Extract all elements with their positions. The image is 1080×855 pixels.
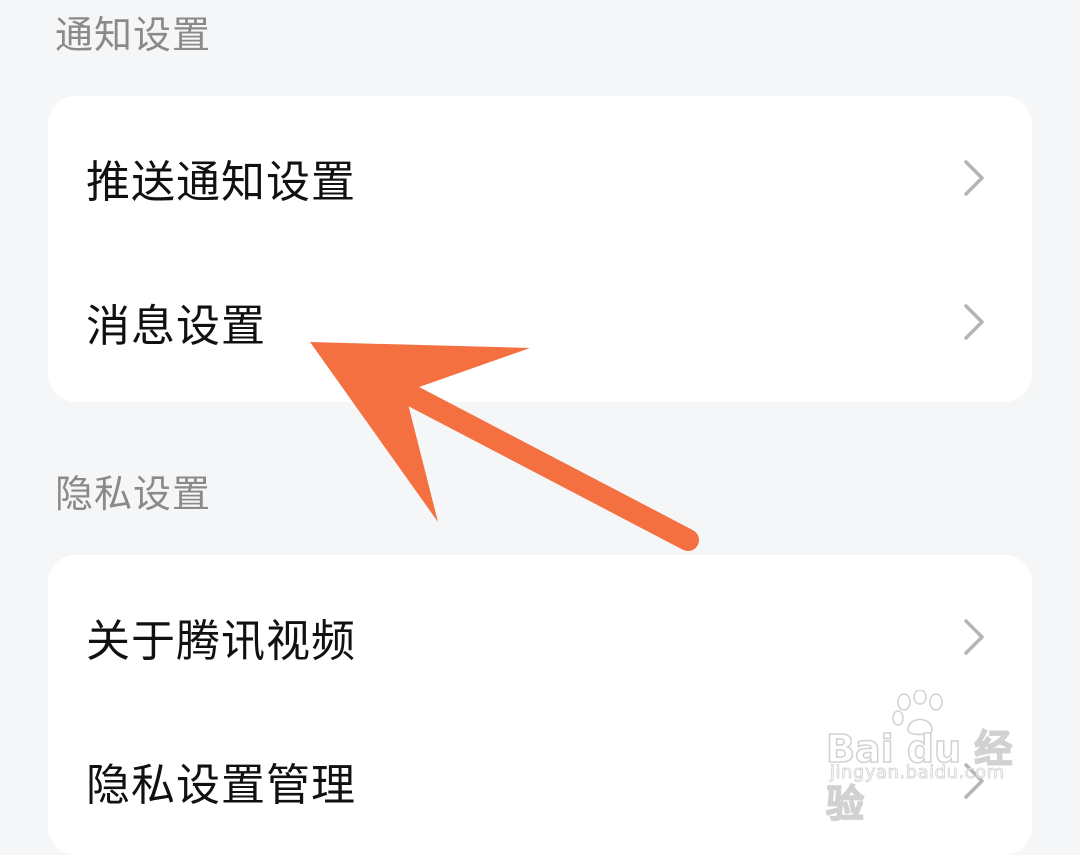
chevron-right-icon — [964, 619, 984, 655]
notification-settings-card: 推送通知设置 消息设置 — [48, 96, 1032, 402]
list-item-about-tencent-video[interactable]: 关于腾讯视频 — [48, 565, 1032, 709]
list-item-push-notification-settings[interactable]: 推送通知设置 — [48, 106, 1032, 250]
list-item-label: 消息设置 — [86, 301, 266, 352]
list-item-label: 隐私设置管理 — [86, 760, 356, 811]
section-title-privacy: 隐私设置 — [55, 472, 212, 516]
list-item-label: 推送通知设置 — [86, 157, 356, 208]
chevron-right-icon — [964, 304, 984, 340]
watermark: Bai du 经验 jingyan.baidu.com — [825, 690, 1026, 827]
chevron-right-icon — [964, 160, 984, 196]
section-title-notification: 通知设置 — [55, 13, 212, 57]
list-item-label: 关于腾讯视频 — [86, 616, 356, 667]
list-item-message-settings[interactable]: 消息设置 — [48, 250, 1032, 394]
watermark-url: jingyan.baidu.com — [830, 762, 1005, 784]
